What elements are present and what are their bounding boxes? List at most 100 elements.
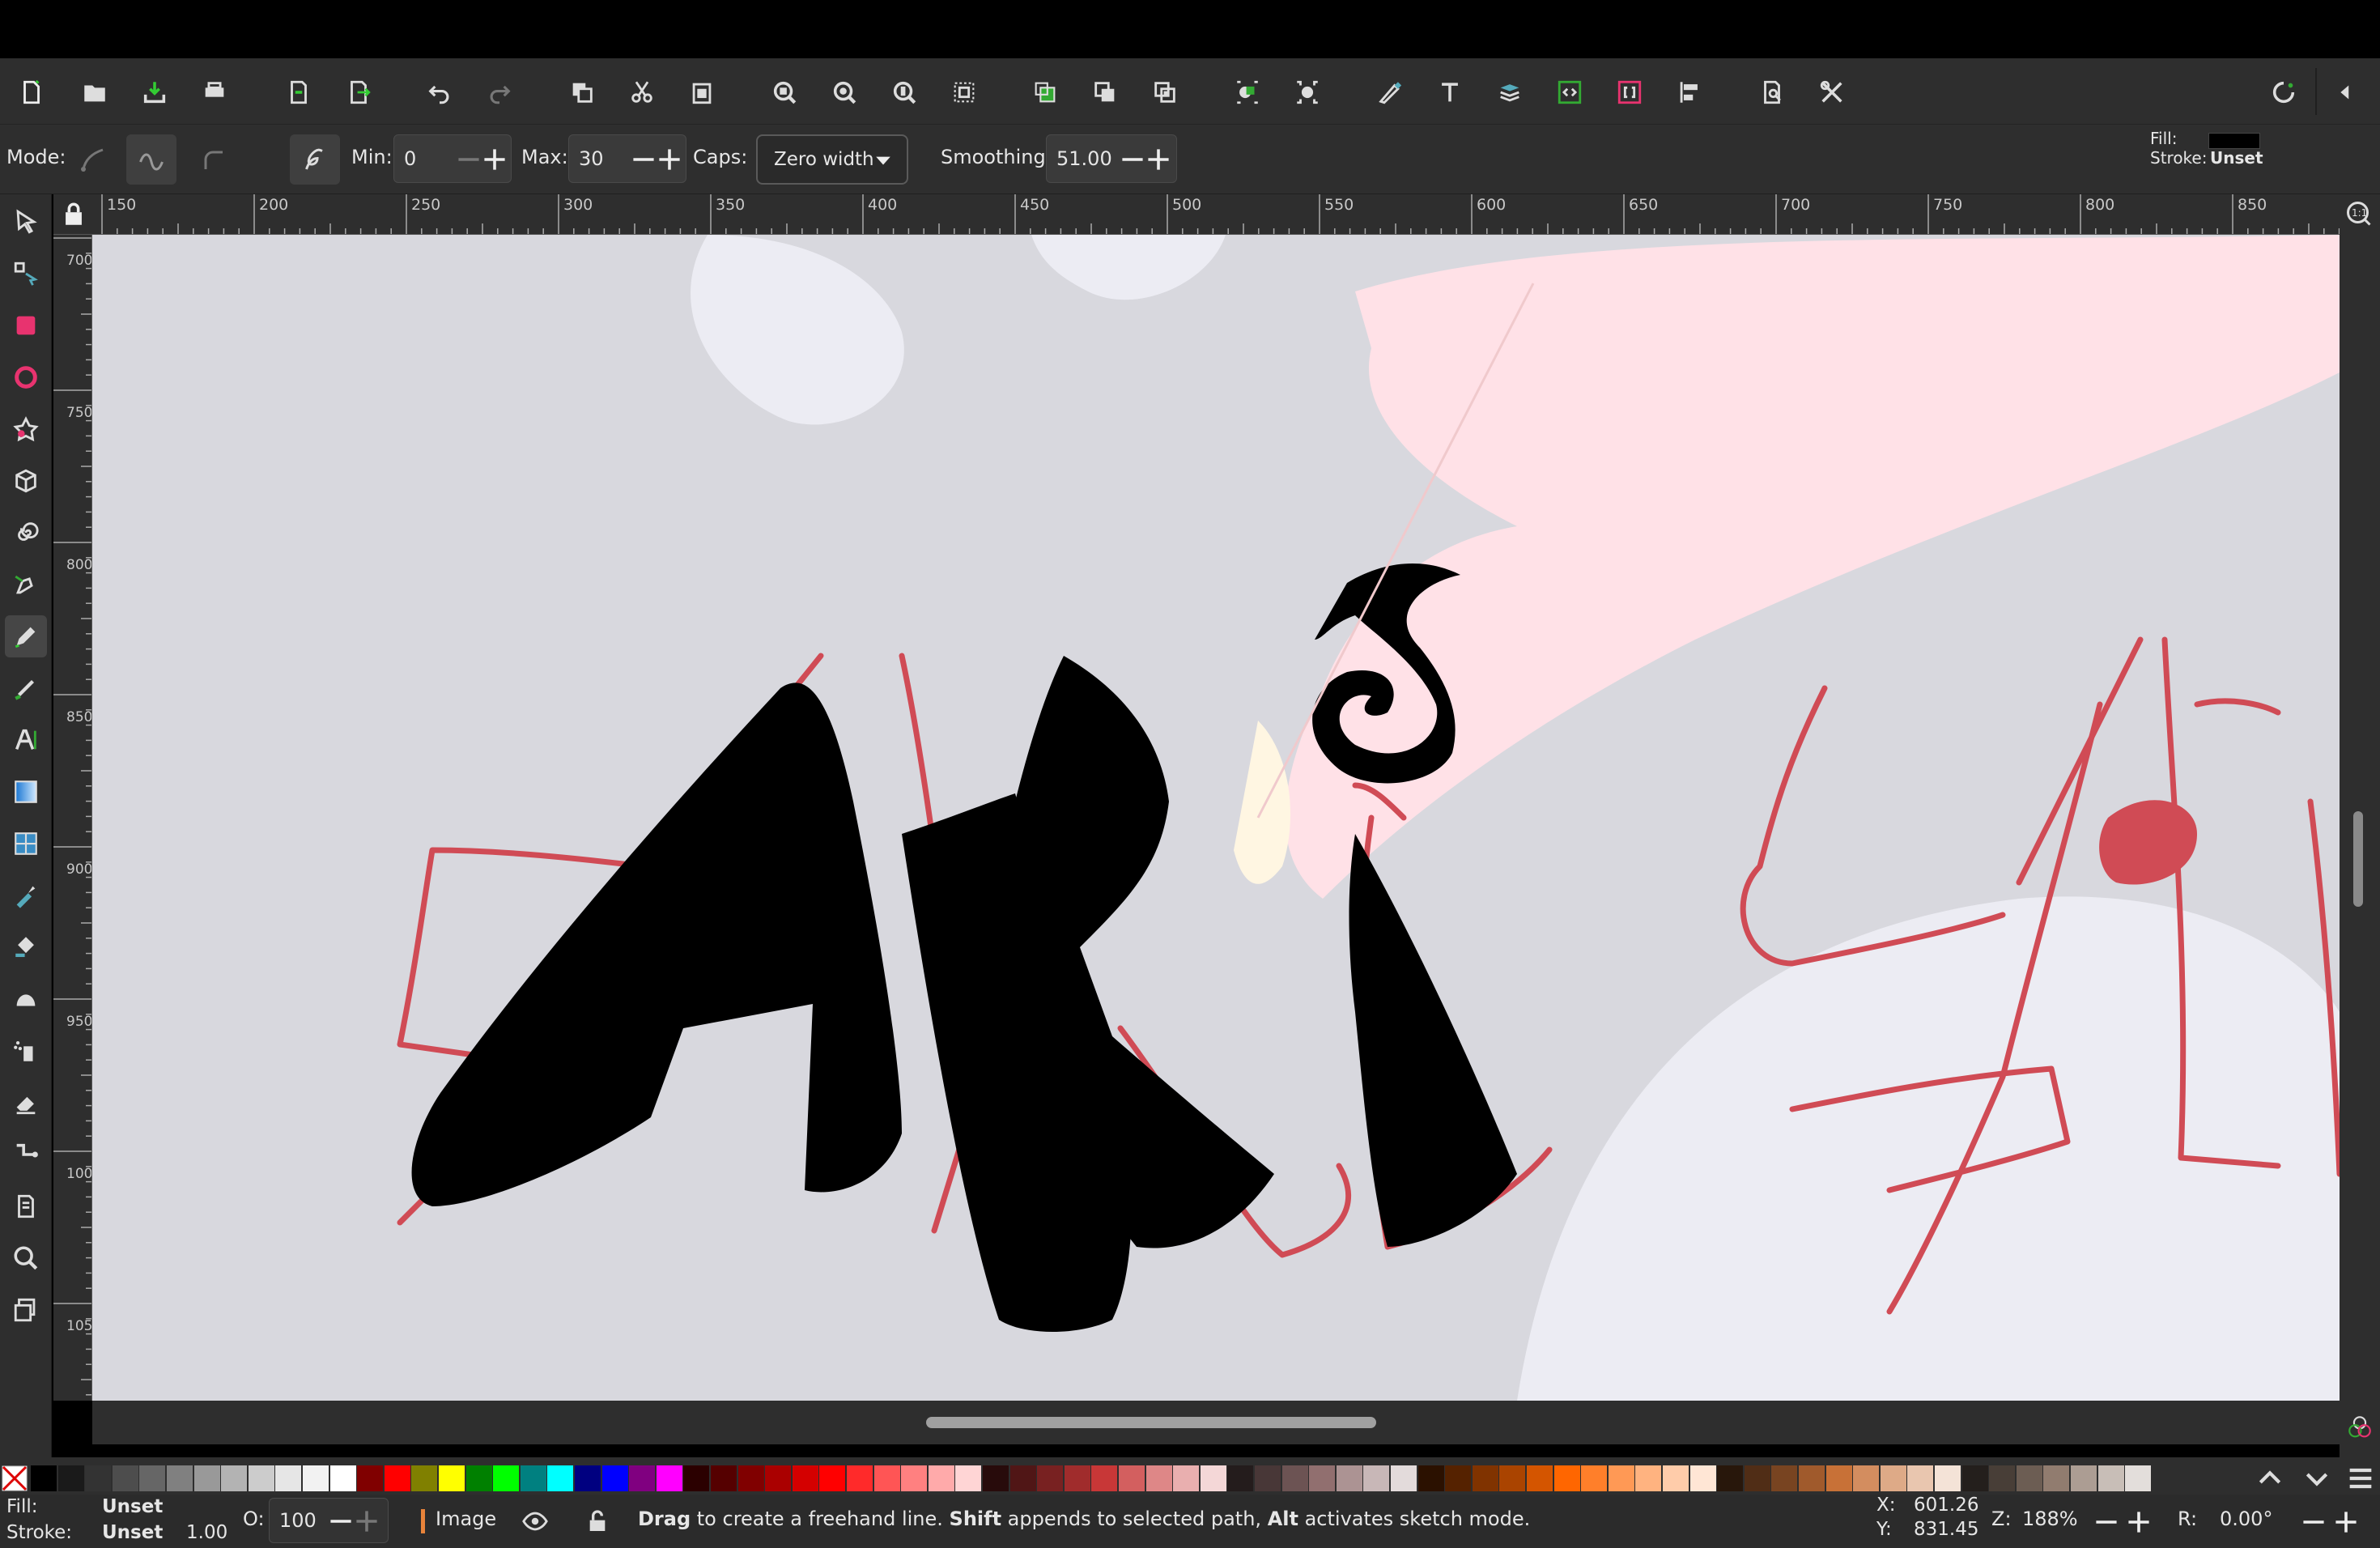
color-manage-icon[interactable] <box>2346 1414 2374 1441</box>
text-font-icon[interactable] <box>1430 72 1470 113</box>
smoothing-spinbox[interactable]: 51.00 <box>1046 134 1177 183</box>
plus-icon[interactable] <box>480 145 509 174</box>
pressure-toggle-icon[interactable] <box>290 134 340 185</box>
group-icon[interactable] <box>1227 72 1268 113</box>
paste-icon[interactable] <box>682 72 722 113</box>
color-swatch[interactable] <box>683 1465 710 1491</box>
spray-tool-icon[interactable] <box>5 1030 47 1072</box>
color-swatch[interactable] <box>112 1465 138 1491</box>
minus-icon[interactable] <box>1118 145 1147 174</box>
color-swatch[interactable] <box>1689 1465 1716 1491</box>
zoom-correction-icon[interactable]: 1:1 <box>2344 199 2374 228</box>
plus-icon[interactable] <box>352 1507 381 1536</box>
plus-icon[interactable] <box>655 145 684 174</box>
color-swatch[interactable] <box>329 1465 356 1491</box>
plus-icon[interactable] <box>1144 145 1173 174</box>
undo-icon[interactable] <box>419 72 460 113</box>
ungroup-icon[interactable] <box>1287 72 1328 113</box>
color-swatch[interactable] <box>85 1465 112 1491</box>
color-swatch[interactable] <box>411 1465 438 1491</box>
zoom-selection-icon[interactable] <box>764 72 805 113</box>
color-swatch[interactable] <box>193 1465 220 1491</box>
color-swatch[interactable] <box>1663 1465 1689 1491</box>
cut-icon[interactable] <box>622 72 662 113</box>
palette-menu-icon[interactable] <box>2344 1462 2377 1495</box>
open-file-icon[interactable] <box>74 72 115 113</box>
color-swatch[interactable] <box>2043 1465 2070 1491</box>
zoom-out-icon[interactable] <box>2092 1508 2121 1537</box>
color-swatch[interactable] <box>2071 1465 2097 1491</box>
rectangle-tool-icon[interactable] <box>5 304 47 347</box>
color-swatch[interactable] <box>493 1465 520 1491</box>
color-swatch[interactable] <box>1608 1465 1634 1491</box>
align-distribute-icon[interactable] <box>1669 72 1710 113</box>
color-swatch[interactable] <box>1744 1465 1770 1491</box>
mode-bspline-button[interactable] <box>188 134 238 185</box>
snap-toggle-icon[interactable] <box>2263 72 2304 113</box>
color-swatch[interactable] <box>1309 1465 1336 1491</box>
new-document-icon[interactable] <box>11 72 52 113</box>
color-swatch[interactable] <box>1037 1465 1064 1491</box>
color-swatch[interactable] <box>465 1465 492 1491</box>
minus-icon[interactable] <box>326 1507 355 1536</box>
color-swatch[interactable] <box>1009 1465 1036 1491</box>
caps-dropdown[interactable]: Zero width <box>756 134 908 185</box>
color-swatch[interactable] <box>1717 1465 1744 1491</box>
color-swatch[interactable] <box>1200 1465 1226 1491</box>
color-swatch[interactable] <box>384 1465 410 1491</box>
color-swatch[interactable] <box>1363 1465 1390 1491</box>
color-swatch[interactable] <box>901 1465 928 1491</box>
color-swatch[interactable] <box>1907 1465 1934 1491</box>
color-swatch[interactable] <box>1989 1465 2016 1491</box>
calligraphy-tool-icon[interactable] <box>5 667 47 709</box>
chevron-up-icon[interactable] <box>2254 1462 2286 1495</box>
color-swatch[interactable] <box>57 1465 84 1491</box>
print-icon[interactable] <box>194 72 235 113</box>
color-swatch[interactable] <box>139 1465 166 1491</box>
paint-bucket-tool-icon[interactable] <box>5 926 47 968</box>
color-swatch[interactable] <box>1635 1465 1662 1491</box>
eye-visibility-icon[interactable] <box>521 1508 549 1535</box>
redo-icon[interactable] <box>479 72 520 113</box>
color-swatch[interactable] <box>1581 1465 1608 1491</box>
lock-guides-icon[interactable] <box>60 201 87 228</box>
color-swatch[interactable] <box>2097 1465 2124 1491</box>
drawing-canvas[interactable] <box>92 235 2340 1401</box>
zoom-in-icon[interactable] <box>2124 1508 2153 1537</box>
color-swatch[interactable] <box>819 1465 846 1491</box>
color-swatch[interactable] <box>711 1465 737 1491</box>
horizontal-scrollbar[interactable] <box>92 1401 2340 1444</box>
save-icon[interactable] <box>134 72 175 113</box>
color-swatch[interactable] <box>2016 1465 2042 1491</box>
duplicate-icon[interactable] <box>1025 72 1065 113</box>
vertical-scrollbar[interactable]: 1:1 <box>2340 194 2380 1457</box>
color-swatch[interactable] <box>31 1465 57 1491</box>
layers-icon[interactable] <box>1490 72 1530 113</box>
color-swatch[interactable] <box>1472 1465 1498 1491</box>
connector-tool-icon[interactable] <box>5 1133 47 1176</box>
color-swatch[interactable] <box>792 1465 818 1491</box>
pencil-tool-icon[interactable] <box>5 615 47 657</box>
mesh-tool-icon[interactable] <box>5 823 47 865</box>
mode-spiro-button[interactable] <box>126 134 176 185</box>
color-swatch[interactable] <box>1880 1465 1906 1491</box>
gradient-tool-icon[interactable] <box>5 771 47 813</box>
color-swatch[interactable] <box>1281 1465 1308 1491</box>
no-paint-swatch[interactable] <box>2 1465 28 1491</box>
color-swatch[interactable] <box>1255 1465 1281 1491</box>
max-spinbox[interactable]: 30 <box>568 134 686 183</box>
opacity-spinbox[interactable]: 100 <box>269 1498 389 1543</box>
color-swatch[interactable] <box>1145 1465 1172 1491</box>
zoom-value[interactable]: 188% <box>2022 1508 2078 1530</box>
color-swatch[interactable] <box>1391 1465 1417 1491</box>
color-swatch[interactable] <box>1499 1465 1526 1491</box>
min-spinbox[interactable]: 0 <box>393 134 512 183</box>
color-swatch[interactable] <box>1173 1465 1200 1491</box>
fill-swatch[interactable] <box>2208 133 2260 149</box>
rotate-cw-icon[interactable] <box>2331 1508 2361 1537</box>
export-icon[interactable] <box>338 72 379 113</box>
color-swatch[interactable] <box>575 1465 601 1491</box>
minus-icon[interactable] <box>454 145 483 174</box>
ellipse-tool-icon[interactable] <box>5 356 47 398</box>
preferences-icon[interactable] <box>1812 72 1852 113</box>
